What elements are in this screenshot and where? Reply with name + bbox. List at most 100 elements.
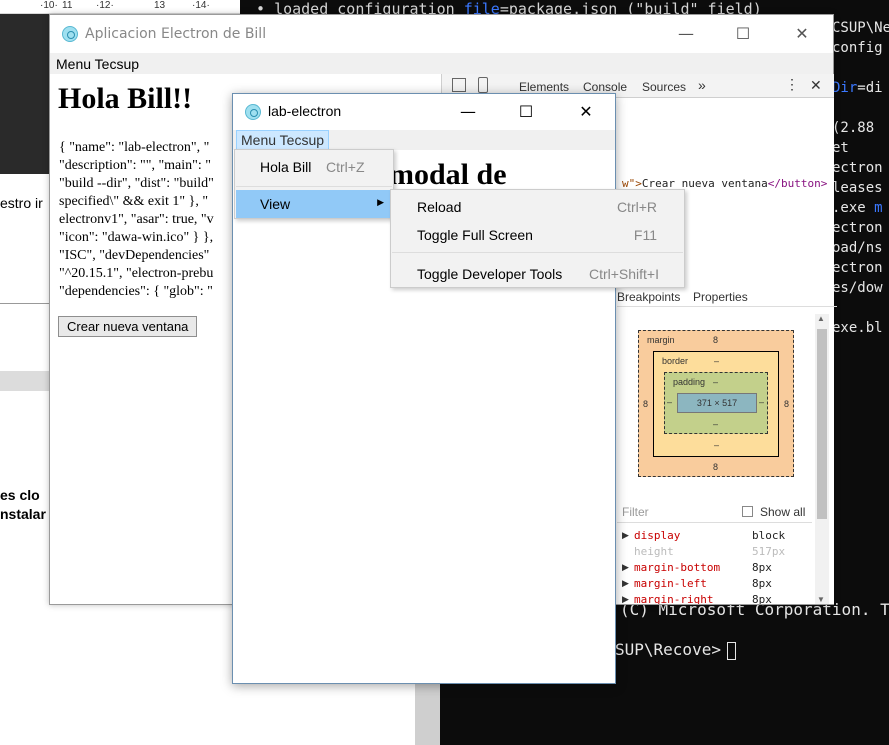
minimize-button[interactable]: —	[663, 15, 709, 53]
tab-console[interactable]: Console	[583, 80, 627, 94]
menu-item-label: Reload	[417, 199, 462, 215]
electron-app-icon	[245, 104, 261, 120]
menu-item-shortcut: Ctrl+Shift+I	[588, 266, 659, 282]
expand-arrow-icon: ▶	[622, 530, 629, 540]
terminal-line: ectron	[832, 220, 883, 236]
maximize-button[interactable]: ☐	[503, 94, 549, 130]
show-all-label: Show all	[760, 505, 806, 519]
expand-arrow-icon: ▶	[622, 578, 629, 588]
menu-item-view[interactable]: View ▶	[236, 190, 392, 218]
menu-tecsup[interactable]: Menu Tecsup	[56, 56, 139, 72]
tab-properties[interactable]: Properties	[693, 290, 748, 304]
padding-bottom-value: –	[713, 419, 719, 429]
menu-item-hola-bill[interactable]: Hola Bill Ctrl+Z	[236, 153, 392, 181]
margin-right-value: 8	[784, 399, 790, 409]
maximize-button[interactable]: ☐	[720, 15, 766, 53]
box-model-border: border – – padding – – – – 371 × 517	[653, 351, 779, 457]
terminal-line: et	[832, 140, 849, 156]
child-window-title: lab-electron	[268, 103, 342, 119]
view-submenu: Reload Ctrl+R Toggle Full Screen F11 Tog…	[390, 189, 685, 288]
border-bottom-value: –	[714, 440, 720, 450]
minimize-button[interactable]: —	[445, 94, 491, 130]
css-property: margin-bottom	[634, 561, 721, 574]
terminal-line: ectron	[832, 160, 883, 176]
terminal-line: es/dow	[832, 280, 883, 296]
css-value: 8px	[752, 593, 772, 604]
menu-item-toggle-fullscreen[interactable]: Toggle Full Screen F11	[392, 221, 683, 249]
close-button[interactable]: ✕	[563, 94, 609, 130]
box-model-margin: margin 8 8 8 8 border – – padding – – – …	[638, 330, 794, 477]
document-bold-line: es clo	[0, 487, 40, 503]
terminal-prompt-text: SUP\Recove>	[615, 640, 721, 659]
tab-sources[interactable]: Sources	[642, 80, 686, 94]
document-divider	[0, 303, 55, 304]
kebab-menu-icon[interactable]: ⋮	[785, 76, 799, 93]
css-value: 8px	[752, 561, 772, 574]
main-window-titlebar[interactable]: Aplicacion Electron de Bill — ☐ ✕	[50, 15, 833, 53]
terminal-line: CSUP\Ne	[832, 20, 889, 36]
document-ruler: ·10· 11 ·12· 13 ·14·	[0, 0, 240, 14]
document-bold-line: nstalar	[0, 506, 46, 522]
computed-style-row[interactable]: ▶ margin-bottom 8px	[620, 560, 812, 576]
terminal-text: .exe	[832, 200, 875, 216]
padding-left-value: –	[667, 397, 673, 407]
menu-item-shortcut: F11	[633, 227, 657, 243]
terminal-line: config	[832, 40, 883, 56]
menu-item-toggle-devtools[interactable]: Toggle Developer Tools Ctrl+Shift+I	[392, 260, 683, 288]
expand-arrow-icon: ▶	[622, 594, 629, 604]
styles-filter: Filter Show all	[617, 501, 812, 523]
menu-item-reload[interactable]: Reload Ctrl+R	[392, 193, 683, 221]
menu-item-label: Hola Bill	[260, 159, 312, 175]
menu-separator	[392, 252, 683, 253]
menu-item-shortcut: Ctrl+Z	[326, 159, 365, 175]
electron-app-icon	[62, 26, 78, 42]
margin-label: margin	[647, 335, 675, 345]
document-text: estro ir	[0, 195, 43, 211]
margin-bottom-value: 8	[713, 462, 719, 472]
scroll-thumb[interactable]	[817, 329, 827, 519]
document-dark-region	[0, 14, 55, 174]
css-property: display	[634, 529, 681, 542]
child-window-titlebar[interactable]: lab-electron — ☐ ✕	[233, 94, 615, 130]
scroll-up-icon[interactable]: ▲	[817, 314, 825, 323]
more-tabs-icon[interactable]: »	[698, 77, 706, 93]
devtools-scrollbar[interactable]: ▲ ▼	[815, 314, 829, 604]
terminal-line: (2.88	[832, 120, 875, 136]
styles-subtabs: Breakpoints Properties	[617, 287, 837, 307]
inspect-icon[interactable]	[452, 78, 466, 92]
create-window-button[interactable]: Crear nueva ventana	[58, 316, 198, 337]
tab-breakpoints[interactable]: Breakpoints	[617, 290, 680, 304]
computed-style-row[interactable]: ▶ margin-right 8px	[620, 592, 812, 604]
padding-top-value: –	[713, 377, 719, 387]
scroll-down-icon[interactable]: ▼	[817, 595, 825, 604]
main-window-title: Aplicacion Electron de Bill	[85, 26, 267, 42]
menu-tecsup[interactable]: Menu Tecsup	[236, 130, 330, 150]
computed-style-row[interactable]: height 517px	[620, 544, 812, 560]
ruler-mark: ·14·	[192, 0, 210, 11]
box-model-padding: padding – – – – 371 × 517	[664, 372, 768, 434]
code-tag: </button>	[767, 177, 828, 190]
terminal-line: oad/ns	[832, 240, 883, 256]
filter-input[interactable]: Filter	[622, 505, 649, 519]
close-button[interactable]: ✕	[779, 15, 825, 53]
ruler-mark: 13	[154, 0, 166, 11]
terminal-right-output: CSUP\Ne config Dir=di (2.88 et ectron le…	[832, 0, 889, 520]
document-bold-text: es clo nstalar	[0, 486, 46, 524]
expand-arrow-icon: ▶	[622, 562, 629, 572]
css-value: 8px	[752, 577, 772, 590]
tab-elements[interactable]: Elements	[519, 80, 569, 94]
border-top-value: –	[714, 356, 720, 366]
terminal-keyword: m	[874, 200, 883, 216]
device-toolbar-icon[interactable]	[478, 77, 488, 93]
terminal-cursor	[726, 641, 736, 660]
show-all-checkbox[interactable]	[742, 506, 753, 517]
computed-style-row[interactable]: ▶ margin-left 8px	[620, 576, 812, 592]
main-menubar: Menu Tecsup	[50, 53, 833, 74]
computed-style-row[interactable]: ▶ display block	[620, 528, 812, 544]
menu-separator	[236, 186, 392, 187]
devtools-close-icon[interactable]: ✕	[810, 77, 822, 94]
terminal-keyword: Dir	[832, 80, 858, 96]
terminal-line: .exe m	[832, 198, 889, 218]
